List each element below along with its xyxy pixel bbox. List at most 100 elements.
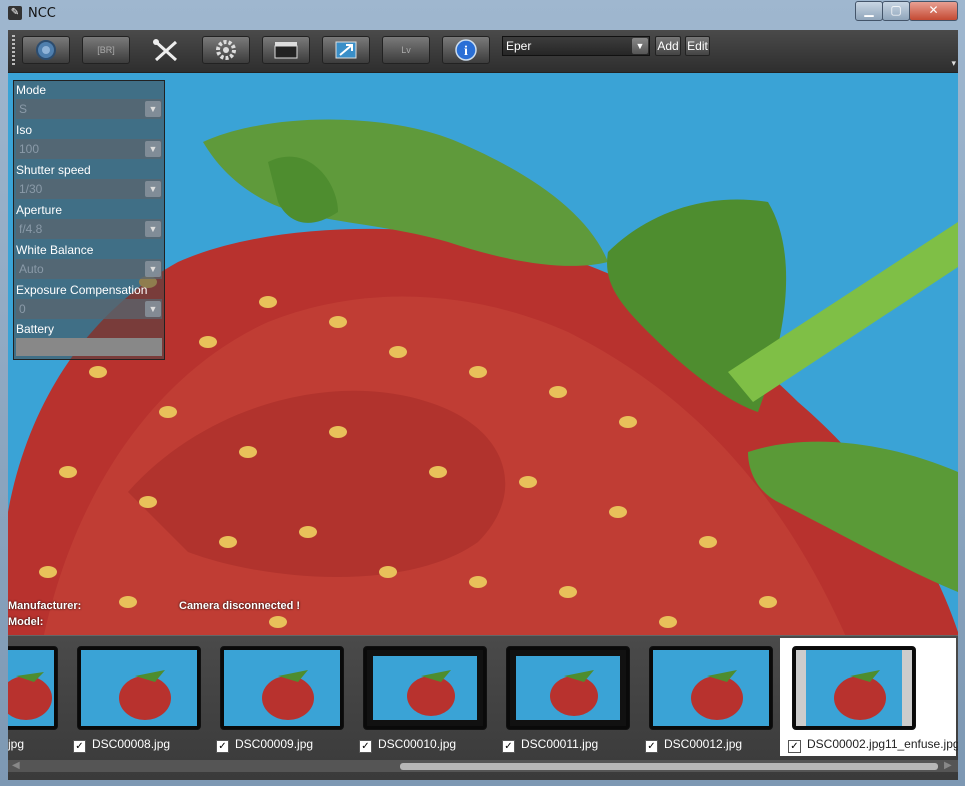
tools-button[interactable]: [142, 36, 190, 64]
exposure-value: 0: [19, 302, 26, 316]
fullscreen-button[interactable]: [322, 36, 370, 64]
thumbnail-checkbox[interactable]: ✓: [216, 740, 229, 753]
chevron-down-icon[interactable]: ▼: [145, 221, 161, 237]
svg-text:i: i: [464, 44, 468, 59]
thumbnail-image: [81, 650, 197, 726]
clapperboard-icon: [274, 42, 298, 59]
thumbnail-caption: ✓ DSC00002.jpg11_enfuse.jpg: [788, 737, 958, 753]
thumbnail-checkbox[interactable]: ✓: [788, 740, 801, 753]
thumbnail-image: [796, 650, 912, 726]
horizontal-scrollbar[interactable]: ◀ ▶: [8, 760, 958, 772]
settings-button[interactable]: [202, 36, 250, 64]
shutter-select[interactable]: 1/30 ▼: [16, 179, 162, 199]
thumbnail[interactable]: [506, 646, 630, 730]
status-message: Camera disconnected !: [179, 600, 301, 612]
thumbnail-image: [367, 650, 483, 726]
thumbnail-selected[interactable]: [792, 646, 916, 730]
profile-select[interactable]: Eper ▼: [502, 36, 650, 56]
thumbnail-caption: ✓ DSC00011.jpg: [502, 737, 598, 753]
white-balance-select[interactable]: Auto ▼: [16, 259, 162, 279]
exposure-label: Exposure Compensation: [16, 283, 148, 297]
lv-icon: Lv: [401, 45, 411, 55]
thumbnail-name: DSC00002.jpg11_enfuse.jpg: [807, 737, 958, 751]
thumbnail[interactable]: [8, 646, 58, 730]
thumbnail-image: [653, 650, 769, 726]
thumbnail-image: [224, 650, 340, 726]
thumbnail-checkbox[interactable]: ✓: [359, 740, 372, 753]
thumbnail-name: jpg: [8, 737, 25, 751]
minimize-button[interactable]: ▁: [855, 1, 883, 21]
mode-select[interactable]: S ▼: [16, 99, 162, 119]
thumbnail[interactable]: [220, 646, 344, 730]
add-profile-button[interactable]: Add: [655, 36, 681, 56]
close-button[interactable]: ✕: [909, 1, 958, 21]
thumbnail-caption: jpg: [8, 737, 24, 751]
tools-icon: [153, 39, 178, 62]
thumbnail-checkbox[interactable]: ✓: [502, 740, 515, 753]
thumbnail-checkbox[interactable]: ✓: [645, 740, 658, 753]
thumbnail-name: DSC00012.jpg: [664, 737, 743, 751]
scroll-right-icon[interactable]: ▶: [944, 760, 952, 771]
white-balance-label: White Balance: [16, 243, 94, 257]
about-button[interactable]: i: [442, 36, 490, 64]
movie-button[interactable]: [262, 36, 310, 64]
aperture-value: f/4.8: [19, 222, 43, 236]
gear-icon: [216, 40, 236, 60]
aperture-label: Aperture: [16, 203, 63, 217]
mode-value: S: [19, 102, 28, 116]
manufacturer-label: Manufacturer:: [8, 600, 82, 612]
chevron-down-icon[interactable]: ▼: [145, 301, 161, 317]
battery-bar: [16, 338, 162, 356]
toolbar: [BR] Lv i Eper ▼ Add Edit ▾: [8, 30, 958, 73]
title-bar[interactable]: ✎ NCC ▁ ▢ ✕: [0, 0, 965, 26]
exposure-select[interactable]: 0 ▼: [16, 299, 162, 319]
chevron-down-icon[interactable]: ▼: [145, 181, 161, 197]
thumbnail-name: DSC00008.jpg: [92, 737, 171, 751]
br-icon: [BR]: [97, 45, 115, 55]
model-label: Model:: [8, 616, 44, 628]
maximize-button[interactable]: ▢: [882, 1, 910, 21]
thumbnail-strip: jpg ✓ DSC00008.jpg ✓ DSC00009.jpg ✓ DSC0001…: [8, 635, 958, 780]
iso-value: 100: [19, 142, 40, 156]
capture-button[interactable]: [22, 36, 70, 64]
thumbnail-name: DSC00011.jpg: [521, 737, 599, 751]
thumbnail-caption: ✓ DSC00009.jpg: [216, 737, 313, 753]
profile-select-value: Eper: [506, 39, 532, 53]
thumbnail-name: DSC00010.jpg: [378, 737, 457, 751]
shutter-value: 1/30: [19, 182, 43, 196]
thumbnail-caption: ✓ DSC00010.jpg: [359, 737, 456, 753]
iso-select[interactable]: 100 ▼: [16, 139, 162, 159]
white-balance-value: Auto: [19, 262, 44, 276]
liveview-button[interactable]: Lv: [382, 36, 430, 64]
info-icon: i: [455, 39, 477, 61]
thumbnail-image: [510, 650, 626, 726]
chevron-down-icon[interactable]: ▼: [632, 38, 648, 54]
thumbnail[interactable]: [77, 646, 201, 730]
client-area: [BR] Lv i Eper ▼ Add Edit ▾ Mode S ▼ Iso…: [8, 30, 958, 780]
thumbnail-image: [8, 650, 54, 726]
thumbnail[interactable]: [649, 646, 773, 730]
aperture-select[interactable]: f/4.8 ▼: [16, 219, 162, 239]
scrollbar-thumb[interactable]: [400, 763, 938, 770]
bracketing-button[interactable]: [BR]: [82, 36, 130, 64]
toolbar-grip[interactable]: [12, 35, 15, 67]
thumbnail-checkbox[interactable]: ✓: [73, 740, 86, 753]
iso-label: Iso: [16, 123, 33, 137]
thumbnail[interactable]: [363, 646, 487, 730]
camera-settings-panel: Mode S ▼ Iso 100 ▼ Shutter speed 1/30 ▼ …: [13, 80, 165, 360]
mode-label: Mode: [16, 83, 47, 97]
shutter-label: Shutter speed: [16, 163, 91, 177]
chevron-down-icon[interactable]: ▼: [145, 261, 161, 277]
toolbar-overflow-icon[interactable]: ▾: [951, 58, 956, 69]
chevron-down-icon[interactable]: ▼: [145, 101, 161, 117]
battery-label: Battery: [16, 322, 55, 336]
scroll-left-icon[interactable]: ◀: [12, 760, 20, 771]
chevron-down-icon[interactable]: ▼: [145, 141, 161, 157]
thumbnail-caption: ✓ DSC00008.jpg: [73, 737, 170, 753]
thumbnail-name: DSC00009.jpg: [235, 737, 314, 751]
app-icon: ✎: [8, 6, 22, 20]
window-frame: ✎ NCC ▁ ▢ ✕ [BR] Lv i Eper ▼ Add Edit ▾ …: [0, 0, 965, 786]
window-title: NCC: [28, 6, 56, 21]
edit-profile-button[interactable]: Edit: [685, 36, 710, 56]
lens-icon: [36, 40, 56, 60]
